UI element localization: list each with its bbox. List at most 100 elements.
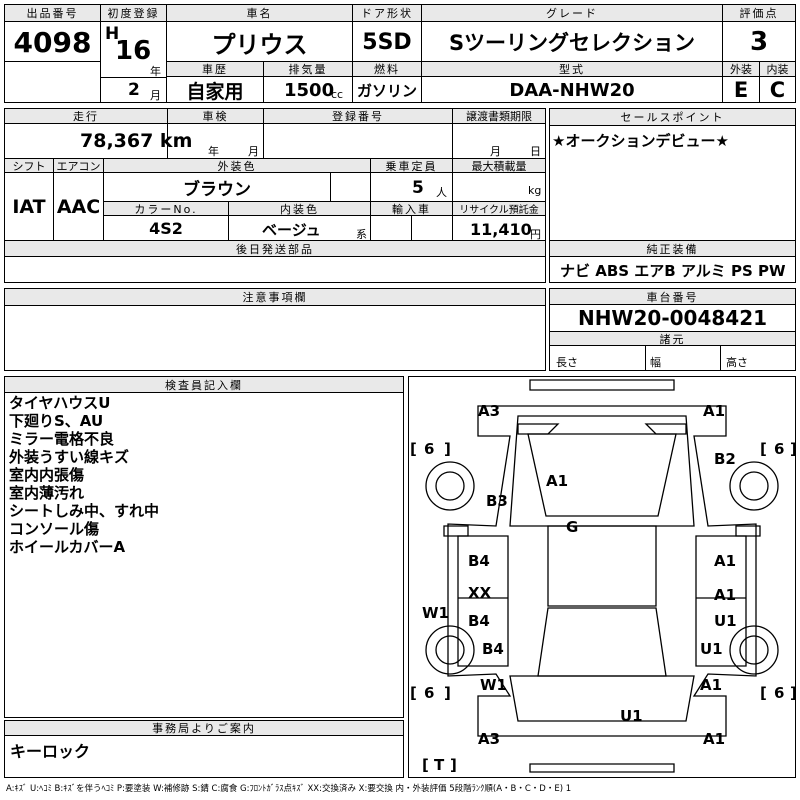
hood bbox=[509, 415, 695, 527]
displacement-label: 排気量 bbox=[263, 61, 353, 77]
inspector-label: 検査員記入欄 bbox=[4, 376, 404, 393]
damage-mark: B3 bbox=[486, 492, 508, 510]
height-label: 高さ bbox=[726, 356, 748, 369]
sales-point-label: セールスポイント bbox=[549, 108, 796, 126]
color-no-label: カラーNo. bbox=[103, 201, 229, 216]
svg-text:[: [ bbox=[760, 440, 767, 458]
car-outline bbox=[443, 379, 761, 773]
damage-mark: B4 bbox=[482, 640, 504, 658]
first-reg-month: 2 bbox=[128, 80, 140, 100]
damage-mark: A1 bbox=[714, 552, 736, 570]
headlight-left bbox=[517, 423, 560, 435]
transfer-day-unit: 日 bbox=[530, 145, 541, 158]
svg-text:]: ] bbox=[450, 756, 457, 774]
grade: Sツーリングセレクション bbox=[448, 31, 696, 55]
damage-mark: A1 bbox=[546, 472, 568, 490]
model-label: 型式 bbox=[421, 61, 723, 77]
car-diagram: A3 A1 B2 A1 B3 G B4 A1 XX A1 W1 B4 U1 B4… bbox=[410, 379, 796, 774]
load-unit: kg bbox=[528, 184, 542, 197]
displacement: 1500 bbox=[284, 80, 335, 101]
regno-label: 登録番号 bbox=[263, 108, 453, 124]
mileage: 78,367 km bbox=[80, 130, 193, 152]
svg-text:]: ] bbox=[444, 684, 451, 702]
color-label: 外装色 bbox=[103, 158, 371, 173]
svg-text:[: [ bbox=[410, 684, 417, 702]
inspector-note: タイヤハウスU bbox=[9, 394, 111, 412]
roof bbox=[547, 525, 657, 607]
headlight-right bbox=[644, 423, 687, 435]
damage-mark: U1 bbox=[700, 640, 723, 658]
legend: A:ｷｽﾞ U:ﾍｺﾐ B:ｷｽﾞを伴うﾍｺﾐ P:要塗装 W:補修跡 S:錆 … bbox=[6, 784, 572, 794]
grade-label: グレード bbox=[421, 4, 723, 22]
score-label: 評価点 bbox=[722, 4, 796, 22]
inspector-note: 室内薄汚れ bbox=[9, 484, 85, 502]
inspector-note: シートしみ中、すれ中 bbox=[9, 502, 160, 520]
inspector-note: 外装うすい線キズ bbox=[9, 448, 130, 466]
damage-mark: XX bbox=[468, 584, 492, 602]
length-label: 長さ bbox=[556, 356, 578, 369]
car-name: プリウス bbox=[211, 30, 308, 59]
damage-mark: A3 bbox=[478, 730, 500, 748]
tire-labels: [ 6 ] [ 6 ] [ 6 ] [ 6 ] [ T ] bbox=[410, 440, 796, 774]
inspector-note: 室内内張傷 bbox=[9, 466, 85, 484]
inspector-note: コンソール傷 bbox=[9, 520, 100, 538]
interior-color: ベージュ bbox=[262, 221, 321, 239]
later-parts-label: 後日発送部品 bbox=[4, 240, 546, 257]
door-label: ドア形状 bbox=[352, 4, 422, 22]
damage-mark: A1 bbox=[700, 676, 722, 694]
office-label: 事務局よりご案内 bbox=[4, 720, 404, 736]
air-conditioner: AAC bbox=[56, 196, 101, 218]
mileage-label: 走行 bbox=[4, 108, 168, 124]
recycle-deposit: 11,410 bbox=[470, 220, 532, 239]
capacity: 5 bbox=[412, 178, 424, 198]
int-color-label: 内装色 bbox=[228, 201, 371, 216]
inspector-notes: タイヤハウスU 下廻りS、AU ミラー電格不良 外装うすい線キズ 室内内張傷 室… bbox=[9, 394, 159, 556]
wheel-front-left bbox=[425, 461, 475, 511]
wheel-rear-left bbox=[425, 625, 475, 675]
tire-tread-label: 6 bbox=[424, 440, 434, 458]
transfer-label: 譲渡書類期限 bbox=[452, 108, 546, 124]
inspector-note: ホイールカバーA bbox=[9, 538, 126, 556]
shift: IAT bbox=[12, 196, 46, 218]
damage-mark: A3 bbox=[478, 402, 500, 420]
lot-number: 4098 bbox=[13, 25, 92, 59]
equipment-text: ナビ ABS エアB アルミ PS PW bbox=[560, 262, 786, 280]
svg-text:[: [ bbox=[422, 756, 429, 774]
model: DAA-NHW20 bbox=[509, 79, 635, 101]
svg-text:]: ] bbox=[444, 440, 451, 458]
exterior-label: 外装 bbox=[722, 61, 760, 77]
svg-text:[: [ bbox=[760, 684, 767, 702]
inspection-label: 車検 bbox=[167, 108, 264, 124]
capacity-label: 乗車定員 bbox=[370, 158, 453, 173]
color: ブラウン bbox=[183, 179, 251, 200]
door-type: 5SD bbox=[362, 29, 412, 55]
load-label: 最大積載量 bbox=[452, 158, 546, 173]
rear-window bbox=[537, 607, 667, 677]
fuel-label: 燃料 bbox=[352, 61, 422, 77]
damage-mark: B4 bbox=[468, 612, 490, 630]
svg-text:[: [ bbox=[410, 440, 417, 458]
trunk bbox=[509, 675, 695, 722]
damage-mark: A1 bbox=[703, 730, 725, 748]
tire-tread-label: 6 bbox=[774, 684, 784, 702]
interior-grade: C bbox=[769, 78, 786, 102]
history-label: 車歴 bbox=[166, 61, 264, 77]
history: 自家用 bbox=[186, 80, 244, 103]
sales-point-text: ★オークションデビュー★ bbox=[552, 132, 729, 150]
month-unit: 月 bbox=[150, 89, 161, 102]
svg-text:]: ] bbox=[790, 440, 796, 458]
damage-mark: A1 bbox=[714, 586, 736, 604]
spare-tire-label: T bbox=[434, 756, 445, 774]
color-number: 4S2 bbox=[149, 219, 183, 238]
fuel: ガソリン bbox=[356, 81, 417, 100]
office-text: キーロック bbox=[10, 742, 91, 761]
capacity-unit: 人 bbox=[436, 186, 447, 199]
recycle-label: リサイクル預託金 bbox=[452, 201, 546, 216]
damage-mark: W1 bbox=[422, 604, 449, 622]
front-bumper bbox=[529, 379, 675, 391]
shift-label: シフト bbox=[4, 158, 54, 173]
damage-mark: U1 bbox=[620, 707, 643, 725]
wheel-front-right bbox=[729, 461, 779, 511]
damage-mark: G bbox=[566, 518, 578, 536]
first-reg-year: 16 bbox=[115, 36, 152, 66]
